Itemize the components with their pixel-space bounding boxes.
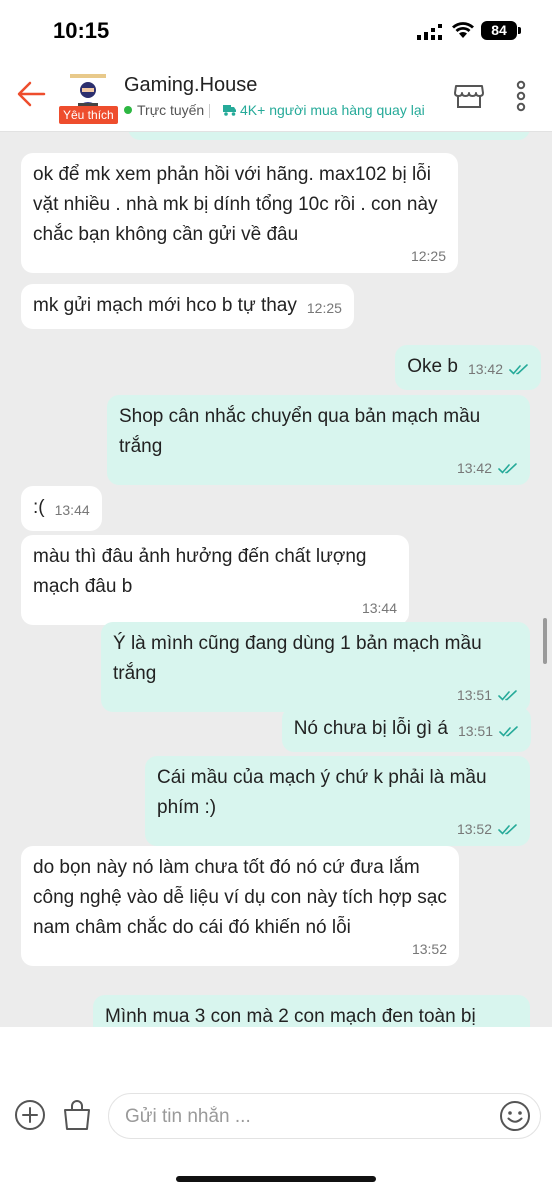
plus-circle-icon[interactable] [14, 1099, 46, 1131]
message-bubble-incoming[interactable]: ok để mk xem phản hồi với hãng. max102 b… [21, 153, 458, 273]
message-bubble-incoming[interactable]: :( 13:44 [21, 486, 102, 531]
scrollbar-thumb[interactable] [543, 618, 547, 664]
shopping-bag-icon[interactable] [62, 1099, 92, 1131]
favorite-badge: Yêu thích [59, 106, 118, 124]
message-time: 13:52 [456, 821, 492, 837]
status-bar: 10:15 84 [0, 0, 552, 62]
message-bubble-outgoing[interactable]: Shop cân nhắc chuyển qua bản mạch mầu tr… [107, 395, 530, 485]
signal-icon [417, 24, 442, 40]
message-time: 12:25 [410, 248, 446, 264]
message-bubble-incoming[interactable]: mk gửi mạch mới hco b tự thay 12:25 [21, 284, 354, 329]
message-time: 13:52 [411, 941, 447, 957]
message-time: 13:51 [457, 723, 493, 739]
message-composer [0, 1027, 552, 1194]
message-bubble-outgoing[interactable]: Oke b 13:42 [395, 345, 541, 390]
returning-buyers-text: 4K+ người mua hàng quay lại [240, 102, 425, 118]
truck-icon [223, 105, 236, 116]
read-receipt-icon [509, 363, 528, 375]
message-text: :( [33, 497, 45, 518]
message-bubble-outgoing[interactable]: Nó chưa bị lỗi gì á 13:51 [281, 707, 531, 752]
message-bubble-outgoing[interactable]: Ý là mình cũng đang dùng 1 bản mạch mầu … [101, 622, 530, 712]
message-bubble-outgoing[interactable]: Cái mầu của mạch ý chứ k phải là mầu phí… [145, 756, 530, 846]
message-bubble-incoming[interactable]: do bọn này nó làm chưa tốt đó nó cứ đưa … [21, 846, 459, 966]
message-input[interactable] [125, 1102, 485, 1132]
message-text: Ý là mình cũng đang dùng 1 bản mạch mầu … [113, 633, 482, 684]
message-text: màu thì đâu ảnh hưởng đến chất lượng mạc… [33, 546, 367, 597]
read-receipt-icon [498, 462, 517, 474]
emoji-icon[interactable] [499, 1100, 531, 1132]
status-time: 10:15 [53, 18, 110, 43]
message-text: mk gửi mạch mới hco b tự thay [33, 295, 297, 316]
message-bubble-incoming[interactable]: màu thì đâu ảnh hưởng đến chất lượng mạc… [21, 535, 409, 625]
message-text: do bọn này nó làm chưa tốt đó nó cứ đưa … [33, 857, 447, 938]
message-text: Shop cân nhắc chuyển qua bản mạch mầu tr… [119, 406, 481, 457]
message-time: 13:42 [456, 460, 492, 476]
chat-header: Yêu thích Gaming.House Trực tuyến 4K+ ng… [0, 62, 552, 132]
message-text: ok để mk xem phản hồi với hãng. max102 b… [33, 164, 438, 245]
home-indicator [176, 1176, 376, 1182]
header-divider [209, 104, 210, 118]
shop-icon[interactable] [453, 80, 485, 112]
message-time: 12:25 [306, 300, 342, 316]
message-text: Oke b [407, 356, 458, 377]
message-time: 13:42 [467, 361, 503, 377]
message-text: Mình mua 3 con mà 2 con mạch đen toàn bị [105, 1006, 476, 1027]
message-text: Nó chưa bị lỗi gì á [293, 718, 448, 739]
back-arrow-icon[interactable] [14, 76, 50, 112]
message-time: 13:44 [361, 600, 397, 616]
message-bubble-outgoing[interactable]: Mình mua 3 con mà 2 con mạch đen toàn bị [93, 995, 530, 1027]
chat-messages[interactable]: ok để mk xem phản hồi với hãng. max102 b… [0, 132, 552, 1027]
wifi-icon [452, 22, 474, 38]
message-time: 13:44 [54, 502, 90, 518]
online-status-dot [124, 106, 132, 114]
read-receipt-icon [498, 689, 517, 701]
message-bubble-partial [128, 132, 530, 140]
read-receipt-icon [498, 823, 517, 835]
more-vertical-icon[interactable] [508, 78, 534, 114]
message-text: Cái mầu của mạch ý chứ k phải là mầu phí… [157, 767, 487, 818]
online-status-text: Trực tuyến [137, 102, 205, 118]
read-receipt-icon [499, 725, 518, 737]
shop-name[interactable]: Gaming.House [124, 74, 257, 97]
message-input-wrapper [108, 1093, 541, 1139]
message-time: 13:51 [456, 687, 492, 703]
battery-indicator: 84 [481, 21, 521, 40]
